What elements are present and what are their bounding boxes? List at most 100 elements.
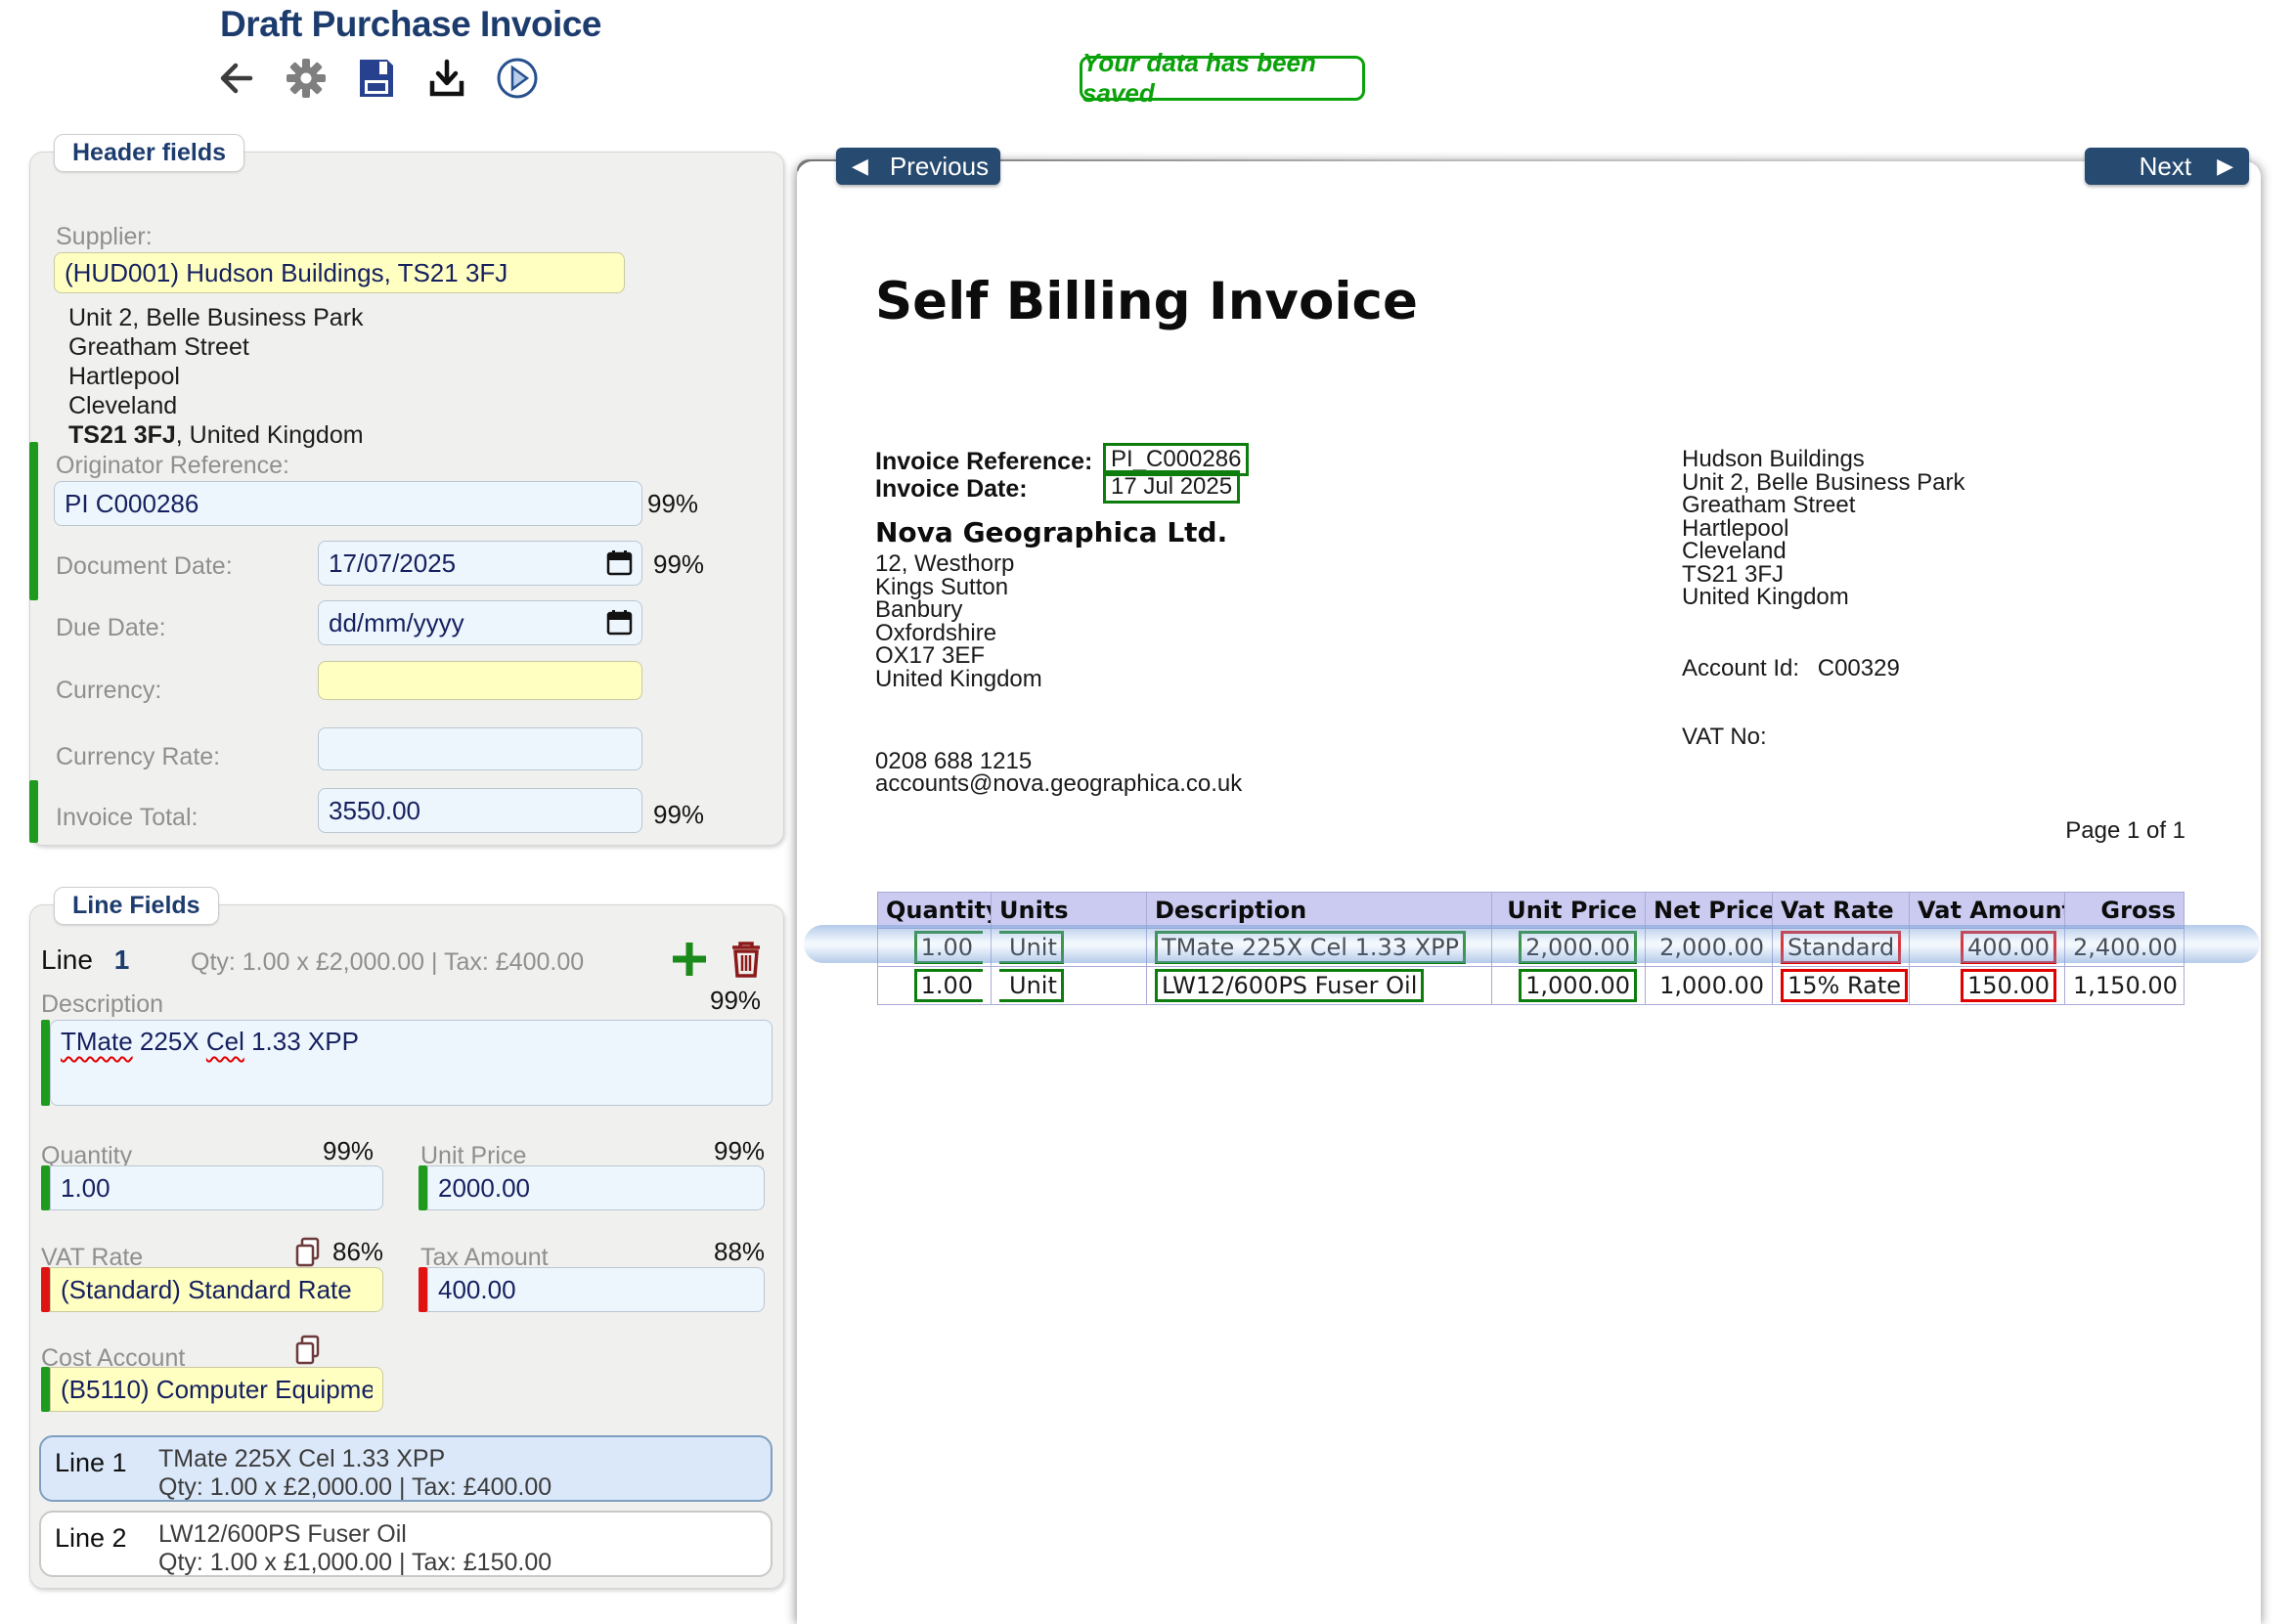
account-id-label: Account Id: [1682, 655, 1799, 681]
originator-reference-label: Originator Reference: [56, 452, 289, 480]
line-list-item-2[interactable]: Line 2LW12/600PS Fuser OilQty: 1.00 x £1… [39, 1511, 772, 1577]
supplier-postcode: TS21 3FJ [68, 421, 176, 449]
cell-vat-amount: 150.00 [1961, 969, 2056, 1002]
doc-supplier-address-line: Greatham Street [1682, 494, 1964, 517]
supplier-country: , United Kingdom [176, 421, 364, 449]
company-address-line: Oxfordshire [875, 622, 1042, 645]
account-id: Account Id: C00329 [1682, 657, 1900, 680]
col-vat-rate: Vat Rate [1773, 893, 1910, 929]
account-id-value: C00329 [1818, 655, 1900, 681]
cell-units: Unit [999, 931, 1064, 964]
doc-supplier-address-line: United Kingdom [1682, 586, 1964, 609]
cell-net-price: 1,000.00 [1646, 967, 1773, 1005]
cell-gross: 1,150.00 [2065, 967, 2185, 1005]
line-item-label: Line 1 [55, 1445, 158, 1478]
due-date-input[interactable] [318, 600, 642, 645]
description-label: Description [41, 990, 163, 1019]
company-address-line: 12, Westhorp [875, 552, 1042, 576]
add-line-icon[interactable] [667, 937, 712, 982]
invoice-table-header-row: Quantity Units Description Unit Price Ne… [878, 893, 2185, 929]
copy-icon[interactable] [293, 1335, 323, 1371]
company-address-line: OX17 3EF [875, 644, 1042, 668]
line-header: Line 1 [41, 944, 129, 976]
supplier-address-line: Unit 2, Belle Business Park [68, 303, 364, 332]
cell-vat-rate: 15% Rate [1781, 969, 1908, 1002]
save-icon[interactable] [354, 56, 399, 101]
currency-rate-label: Currency Rate: [56, 743, 220, 771]
company-email: accounts@nova.geographica.co.uk [875, 772, 1242, 796]
originator-reference-input[interactable] [54, 481, 642, 526]
invoice-table-row-1[interactable]: 1.00 Unit TMate 225X Cel 1.33 XPP 2,000.… [878, 929, 2185, 967]
next-label: Next [2140, 152, 2191, 182]
vat-rate-input[interactable] [50, 1267, 383, 1312]
settings-gear-icon[interactable] [284, 56, 329, 101]
previous-button[interactable]: ◀ Previous [836, 148, 1000, 185]
cell-unit-price: 2,000.00 [1519, 931, 1637, 964]
supplier-input[interactable] [54, 252, 625, 293]
line-item-summary: Qty: 1.00 x £1,000.00 | Tax: £150.00 [158, 1549, 552, 1576]
doc-supplier-address-line: Hudson Buildings [1682, 448, 1964, 471]
next-button[interactable]: Next ▶ [2085, 148, 2249, 185]
invoice-date-value: 17 Jul 2025 [1103, 470, 1240, 504]
cell-description: LW12/600PS Fuser Oil [1155, 969, 1424, 1002]
previous-label: Previous [890, 152, 989, 182]
unit-price-input[interactable] [427, 1165, 765, 1210]
col-vat-amount: Vat Amount [1910, 893, 2065, 929]
doc-supplier-address-line: Unit 2, Belle Business Park [1682, 471, 1964, 495]
back-icon[interactable] [213, 56, 258, 101]
line-number: 1 [114, 944, 130, 975]
col-unit-price: Unit Price [1492, 893, 1646, 929]
cell-quantity: 1.00 [914, 931, 983, 964]
doc-supplier-address-line: Cleveland [1682, 540, 1964, 563]
status-bar-tax-amount [419, 1267, 427, 1312]
supplier-address-line: TS21 3FJ, United Kingdom [68, 420, 364, 450]
cell-unit-price: 1,000.00 [1519, 969, 1637, 1002]
description-input[interactable]: TMate 225X Cel 1.33 XPP [50, 1020, 772, 1106]
status-bar-unit-price [419, 1165, 427, 1210]
download-icon[interactable] [424, 56, 469, 101]
status-bar-quantity [41, 1165, 50, 1210]
document-supplier-address: Hudson Buildings Unit 2, Belle Business … [1682, 448, 1964, 609]
supplier-address-line: Hartlepool [68, 362, 364, 391]
next-triangle-icon: ▶ [2217, 155, 2233, 177]
supplier-address: Unit 2, Belle Business Park Greatham Str… [68, 303, 364, 450]
description-text: Cel [206, 1027, 244, 1056]
cost-account-input[interactable] [50, 1367, 383, 1412]
quantity-input[interactable] [50, 1165, 383, 1210]
page-indicator: Page 1 of 1 [2000, 819, 2185, 843]
tax-amount-confidence: 88% [714, 1237, 765, 1267]
status-bar-cost-account [41, 1367, 50, 1412]
cell-quantity: 1.00 [914, 969, 983, 1002]
delete-line-icon[interactable] [724, 937, 769, 982]
run-icon[interactable] [495, 56, 540, 101]
tax-amount-input[interactable] [427, 1267, 765, 1312]
currency-input[interactable] [318, 661, 642, 700]
doc-supplier-address-line: Hartlepool [1682, 517, 1964, 541]
description-confidence: 99% [710, 986, 761, 1016]
unit-price-confidence: 99% [714, 1136, 765, 1166]
document-date-input[interactable] [318, 541, 642, 586]
vat-rate-confidence: 86% [332, 1237, 383, 1267]
cell-gross: 2,400.00 [2065, 929, 2185, 967]
header-fields-panel-title: Header fields [54, 134, 244, 172]
currency-label: Currency: [56, 677, 161, 705]
description-text: 1.33 XPP [244, 1027, 359, 1056]
cell-vat-rate: Standard [1781, 931, 1901, 964]
invoice-total-input[interactable] [318, 788, 642, 833]
line-fields-panel-title: Line Fields [54, 887, 219, 925]
company-address-line: Banbury [875, 598, 1042, 622]
invoice-date-label: Invoice Date: [875, 475, 1028, 504]
description-text: 225X [133, 1027, 206, 1056]
line-item-description: LW12/600PS Fuser Oil [158, 1520, 407, 1548]
invoice-table: Quantity Units Description Unit Price Ne… [877, 892, 2185, 1005]
supplier-address-line: Cleveland [68, 391, 364, 420]
currency-rate-input[interactable] [318, 727, 642, 770]
invoice-table-row-2[interactable]: 1.00 Unit LW12/600PS Fuser Oil 1,000.00 … [878, 967, 2185, 1005]
invoice-total-confidence: 99% [653, 800, 704, 830]
cell-units: Unit [999, 969, 1064, 1002]
invoice-total-label: Invoice Total: [56, 804, 198, 832]
page-title: Draft Purchase Invoice [147, 4, 675, 45]
toolbar [213, 53, 565, 104]
saved-toast: Your data has been saved [1080, 56, 1365, 101]
line-list-item-1[interactable]: Line 1TMate 225X Cel 1.33 XPPQty: 1.00 x… [39, 1435, 772, 1502]
